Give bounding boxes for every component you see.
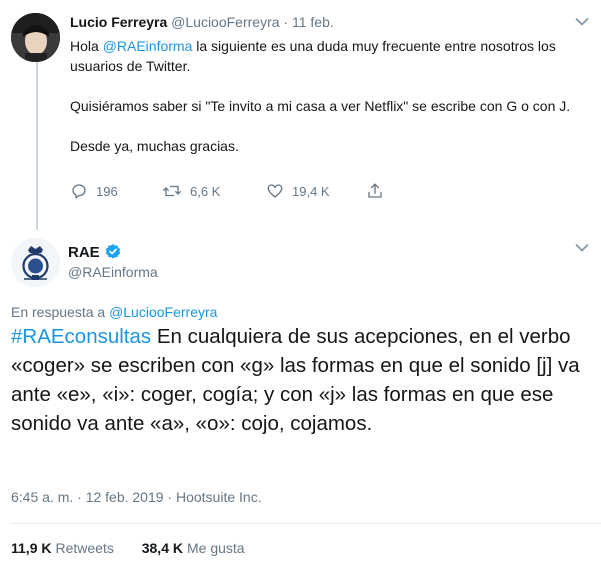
likes-count: 38,4 K (141, 540, 183, 556)
retweet-icon (163, 185, 181, 197)
tweet1-author-handle[interactable]: @LucioоFerreyra (171, 14, 279, 30)
retweets-label: Retweets (55, 540, 114, 556)
share-icon (368, 183, 382, 198)
tweet2-stats: 11,9 K Retweets 38,4 K Me gusta (11, 540, 245, 556)
tweet2-author-handle[interactable]: @RAEinforma (68, 264, 158, 280)
retweets-stat[interactable]: 11,9 K Retweets (11, 540, 114, 556)
thread-connector-line (36, 62, 38, 230)
verified-icon (105, 244, 120, 259)
like-button[interactable]: 19,4 K (266, 182, 330, 200)
tweet1-greeting: Hola (70, 38, 103, 54)
tweet1-header: Lucio Ferreyra @LucioоFerreyra · 11 feb. (70, 14, 334, 32)
tweet1-separator: · (283, 14, 289, 30)
reply-count: 196 (96, 183, 118, 199)
retweet-button[interactable]: 6,6 K (162, 182, 220, 200)
mention-link[interactable]: @RAEinforma (103, 38, 193, 54)
reply-to-link[interactable]: @LucioоFerreyra (109, 304, 217, 320)
tweet1-text: Hola @RAEinforma la siguiente es una dud… (70, 36, 590, 156)
tweet1-paragraph-1: Hola @RAEinforma la siguiente es una dud… (70, 36, 590, 76)
tweet2-metadata[interactable]: 6:45 a. m. · 12 feb. 2019 · Hootsuite In… (11, 489, 262, 505)
reply-prefix: En respuesta a (11, 304, 110, 320)
likes-label: Me gusta (186, 540, 245, 556)
tweet1-paragraph-3: Desde ya, muchas gracias. (70, 138, 239, 154)
share-button[interactable] (366, 182, 392, 200)
chevron-down-icon[interactable] (575, 17, 589, 27)
tweet1-date[interactable]: 11 feb. (292, 14, 334, 30)
reply-icon (72, 184, 86, 199)
retweets-count: 11,9 K (11, 540, 52, 556)
like-icon (267, 184, 283, 198)
divider (11, 523, 601, 524)
likes-stat[interactable]: 38,4 K Me gusta (142, 540, 245, 556)
tweet1-paragraph-2: Quisiéramos saber si "Te invito a mi cas… (70, 98, 571, 114)
avatar-rae[interactable] (11, 238, 60, 287)
reply-context: En respuesta a @LucioоFerreyra (11, 304, 217, 320)
chevron-down-icon[interactable] (575, 243, 589, 253)
like-count: 19,4 K (292, 183, 330, 199)
rae-logo-icon (11, 238, 60, 287)
tweet2-text: #RAEconsultas En cualquiera de sus acepc… (11, 322, 591, 438)
avatar-lucio[interactable] (11, 13, 60, 62)
avatar-photo-icon (11, 13, 60, 62)
tweet2-author-name[interactable]: RAE (68, 244, 100, 261)
tweet1-author-name[interactable]: Lucio Ferreyra (70, 14, 167, 30)
hashtag-link[interactable]: #RAEconsultas (11, 325, 151, 348)
retweet-count: 6,6 K (190, 183, 221, 199)
reply-button[interactable]: 196 (70, 182, 118, 200)
tweet2-author[interactable]: RAE (68, 243, 122, 261)
